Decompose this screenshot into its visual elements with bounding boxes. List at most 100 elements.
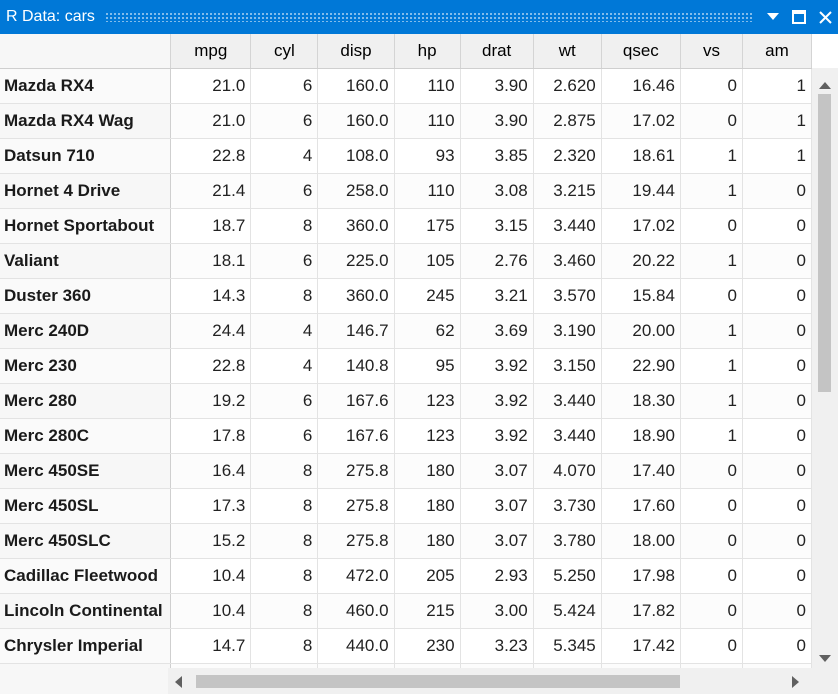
cell-disp[interactable]: 140.8 xyxy=(317,348,395,384)
cell-drat[interactable]: 3.15 xyxy=(460,208,534,244)
row-name[interactable]: Datsun 710 xyxy=(0,138,172,174)
cell-hp[interactable]: 110 xyxy=(394,68,461,104)
cell-vs[interactable]: 0 xyxy=(680,278,743,314)
column-header-vs[interactable]: vs xyxy=(680,34,743,69)
cell-qsec[interactable]: 18.30 xyxy=(601,383,681,419)
cell-mpg[interactable]: 17.3 xyxy=(170,488,252,524)
table-row[interactable]: Merc 280C 17.8 6 167.6 123 3.92 3.440 18.90 1 0 xyxy=(0,418,812,454)
cell-qsec[interactable]: 19.44 xyxy=(601,173,681,209)
cell-disp[interactable]: 167.6 xyxy=(317,418,395,454)
cell-hp[interactable]: 62 xyxy=(394,313,461,349)
cell-mpg[interactable]: 22.8 xyxy=(170,138,252,174)
cell-hp[interactable]: 180 xyxy=(394,453,461,489)
cell-am[interactable]: 0 xyxy=(742,383,812,419)
scroll-right-icon[interactable] xyxy=(792,675,800,693)
row-name[interactable]: Mazda RX4 Wag xyxy=(0,103,172,139)
table-row[interactable]: Merc 450SLC 15.2 8 275.8 180 3.07 3.780 18.00 0 0 xyxy=(0,523,812,559)
cell-qsec[interactable]: 20.00 xyxy=(601,313,681,349)
cell-drat[interactable]: 3.69 xyxy=(460,313,534,349)
row-name[interactable]: Merc 450SL xyxy=(0,488,172,524)
scroll-down-icon[interactable] xyxy=(819,650,831,668)
horizontal-scroll-thumb[interactable] xyxy=(196,675,680,688)
cell-vs[interactable]: 0 xyxy=(680,68,743,104)
cell-disp[interactable]: 460.0 xyxy=(317,593,395,629)
cell-hp[interactable]: 245 xyxy=(394,278,461,314)
table-row[interactable]: Merc 230 22.8 4 140.8 95 3.92 3.150 22.90 1 0 xyxy=(0,348,812,384)
cell-hp[interactable]: 180 xyxy=(394,523,461,559)
cell-mpg[interactable]: 21.0 xyxy=(170,103,252,139)
cell-cyl[interactable]: 4 xyxy=(250,138,319,174)
cell-disp[interactable]: 360.0 xyxy=(317,208,395,244)
row-name[interactable]: Merc 230 xyxy=(0,348,172,384)
cell-drat[interactable]: 3.92 xyxy=(460,348,534,384)
vertical-scroll-thumb[interactable] xyxy=(818,94,831,392)
cell-vs[interactable]: 1 xyxy=(680,313,743,349)
cell-mpg[interactable]: 17.8 xyxy=(170,418,252,454)
maximize-icon[interactable] xyxy=(786,0,812,34)
column-header-drat[interactable]: drat xyxy=(460,34,534,69)
cell-wt[interactable]: 2.320 xyxy=(533,138,602,174)
cell-qsec[interactable]: 16.46 xyxy=(601,68,681,104)
cell-wt[interactable]: 5.424 xyxy=(533,593,602,629)
cell-drat[interactable]: 3.92 xyxy=(460,383,534,419)
cell-cyl[interactable]: 4 xyxy=(250,348,319,384)
cell-wt[interactable]: 3.440 xyxy=(533,208,602,244)
cell-qsec[interactable]: 18.61 xyxy=(601,138,681,174)
cell-hp[interactable]: 110 xyxy=(394,103,461,139)
table-row[interactable]: Duster 360 14.3 8 360.0 245 3.21 3.570 15.84 0 0 xyxy=(0,278,812,314)
cell-disp[interactable]: 108.0 xyxy=(317,138,395,174)
cell-disp[interactable]: 440.0 xyxy=(317,628,395,664)
cell-wt[interactable]: 3.460 xyxy=(533,243,602,279)
cell-am[interactable]: 0 xyxy=(742,453,812,489)
cell-wt[interactable]: 3.780 xyxy=(533,523,602,559)
row-name[interactable]: Mazda RX4 xyxy=(0,68,172,104)
cell-vs[interactable]: 0 xyxy=(680,103,743,139)
cell-drat[interactable]: 3.85 xyxy=(460,138,534,174)
cell-drat[interactable]: 3.92 xyxy=(460,418,534,454)
row-name[interactable]: Merc 450SLC xyxy=(0,523,172,559)
table-row[interactable]: Mazda RX4 Wag 21.0 6 160.0 110 3.90 2.875 17.02… xyxy=(0,103,812,139)
cell-mpg[interactable]: 10.4 xyxy=(170,558,252,594)
cell-disp[interactable]: 360.0 xyxy=(317,278,395,314)
cell-hp[interactable]: 110 xyxy=(394,173,461,209)
cell-qsec[interactable]: 17.60 xyxy=(601,488,681,524)
column-header-disp[interactable]: disp xyxy=(317,34,395,69)
cell-wt[interactable]: 3.215 xyxy=(533,173,602,209)
cell-mpg[interactable]: 18.7 xyxy=(170,208,252,244)
cell-am[interactable]: 0 xyxy=(742,243,812,279)
cell-mpg[interactable]: 22.8 xyxy=(170,348,252,384)
table-row[interactable]: Merc 450SE 16.4 8 275.8 180 3.07 4.070 17.40 0 0 xyxy=(0,453,812,489)
column-header-am[interactable]: am xyxy=(742,34,812,69)
cell-wt[interactable]: 5.250 xyxy=(533,558,602,594)
cell-mpg[interactable]: 24.4 xyxy=(170,313,252,349)
cell-cyl[interactable]: 8 xyxy=(250,593,319,629)
cell-cyl[interactable]: 6 xyxy=(250,103,319,139)
cell-disp[interactable]: 146.7 xyxy=(317,313,395,349)
table-row[interactable]: Hornet Sportabout 18.7 8 360.0 175 3.15 3.440 1… xyxy=(0,208,812,244)
cell-vs[interactable]: 1 xyxy=(680,173,743,209)
cell-am[interactable]: 1 xyxy=(742,103,812,139)
cell-mpg[interactable]: 15.2 xyxy=(170,523,252,559)
cell-vs[interactable]: 0 xyxy=(680,593,743,629)
cell-cyl[interactable]: 8 xyxy=(250,628,319,664)
column-header-cyl[interactable]: cyl xyxy=(250,34,319,69)
cell-am[interactable]: 0 xyxy=(742,208,812,244)
cell-disp[interactable]: 160.0 xyxy=(317,103,395,139)
cell-am[interactable]: 0 xyxy=(742,593,812,629)
cell-mpg[interactable]: 21.0 xyxy=(170,68,252,104)
scroll-left-icon[interactable] xyxy=(174,675,182,693)
cell-drat[interactable]: 3.21 xyxy=(460,278,534,314)
cell-hp[interactable]: 95 xyxy=(394,348,461,384)
cell-vs[interactable]: 1 xyxy=(680,383,743,419)
cell-vs[interactable]: 0 xyxy=(680,523,743,559)
cell-disp[interactable]: 275.8 xyxy=(317,523,395,559)
cell-am[interactable]: 0 xyxy=(742,173,812,209)
vertical-scrollbar[interactable] xyxy=(812,68,838,668)
cell-hp[interactable]: 175 xyxy=(394,208,461,244)
row-name[interactable]: Merc 240D xyxy=(0,313,172,349)
cell-cyl[interactable]: 6 xyxy=(250,243,319,279)
column-header-hp[interactable]: hp xyxy=(394,34,461,69)
cell-mpg[interactable]: 14.7 xyxy=(170,628,252,664)
table-row[interactable]: Lincoln Continental 10.4 8 460.0 215 3.00 5.42… xyxy=(0,593,812,629)
cell-drat[interactable]: 3.90 xyxy=(460,103,534,139)
